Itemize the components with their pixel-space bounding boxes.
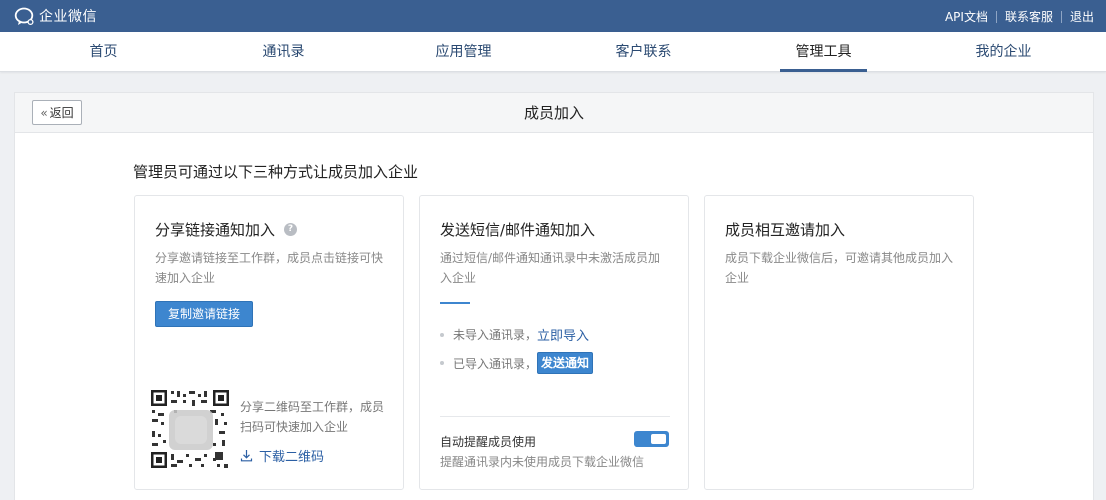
nav-active-indicator [780, 69, 867, 72]
back-button-label: 返回 [49, 106, 74, 120]
card-desc: 通过短信/邮件通知通讯录中未激活成员加入企业 [440, 251, 661, 285]
download-qr-label: 下载二维码 [259, 450, 325, 465]
card-title: 发送短信/邮件通知加入 [440, 221, 596, 239]
bullet-dot [440, 332, 444, 337]
nav-item-customers[interactable]: 客户联系 [600, 32, 687, 72]
divider [440, 416, 670, 417]
wecom-logo-icon [14, 7, 34, 25]
divider [995, 10, 997, 23]
bullet-dot [440, 361, 444, 365]
logo-text: 企业微信 [39, 9, 97, 25]
help-icon[interactable]: ? [284, 223, 298, 236]
card-title-wrap: 分享链接通知加入 ? [155, 219, 298, 240]
api-docs-link[interactable]: API文档 [945, 8, 988, 25]
toggle-knob [651, 434, 666, 444]
bullet-imported: 已导入通讯录， 发送通知 [440, 352, 594, 374]
nav-item-apps[interactable]: 应用管理 [420, 32, 507, 72]
bullet-not-imported: 未导入通讯录， 立即导入 [440, 325, 589, 344]
bullet-text: 未导入通讯录， [453, 328, 538, 342]
nav-item-home[interactable]: 首页 [60, 32, 147, 72]
top-links: API文档 联系客服 退出 [945, 8, 1094, 25]
import-now-link[interactable]: 立即导入 [537, 325, 589, 344]
top-bar: 企业微信 API文档 联系客服 退出 [0, 0, 1106, 32]
back-button[interactable]: « 返回 [32, 100, 82, 125]
page-title: 成员加入 [523, 104, 584, 122]
nav-item-tools[interactable]: 管理工具 [780, 32, 867, 72]
card-title: 分享链接通知加入 [155, 221, 276, 239]
card-mutual-invite: 成员相互邀请加入 成员下载企业微信后，可邀请其他成员加入企业 [704, 195, 974, 490]
qr-code [149, 388, 231, 470]
card-sms-email: 发送短信/邮件通知加入 通过短信/邮件通知通讯录中未激活成员加入企业 未导入通讯… [419, 195, 689, 490]
logout-link[interactable]: 退出 [1070, 8, 1094, 25]
bullet-text: 已导入通讯录， [453, 356, 538, 371]
download-qr-link[interactable]: 下载二维码 [240, 446, 324, 465]
card-desc: 分享邀请链接至工作群，成员点击链接可快速加入企业 [155, 251, 384, 285]
download-icon [240, 450, 253, 462]
contact-support-link[interactable]: 联系客服 [1005, 8, 1053, 25]
card-title: 成员相互邀请加入 [725, 221, 846, 239]
nav-item-my-company[interactable]: 我的企业 [960, 32, 1047, 72]
card-desc: 成员下载企业微信后，可邀请其他成员加入企业 [725, 251, 954, 285]
auto-remind-toggle[interactable] [634, 431, 669, 447]
nav-item-contacts[interactable]: 通讯录 [240, 32, 327, 72]
intro-text: 管理员可通过以下三种方式让成员加入企业 [133, 163, 419, 181]
send-notification-button[interactable]: 发送通知 [537, 352, 594, 374]
card-share-link: 分享链接通知加入 ? 分享邀请链接至工作群，成员点击链接可快速加入企业 复制邀请… [134, 195, 404, 490]
qr-code-icon [149, 388, 231, 470]
qr-desc: 分享二维码至工作群，成员扫码可快速加入企业 [240, 400, 385, 434]
double-chevron-left-icon: « [40, 105, 48, 120]
logo[interactable]: 企业微信 [14, 6, 97, 26]
panel-header: 成员加入 « 返回 [15, 93, 1093, 133]
main-nav: 首页 通讯录 应用管理 客户联系 管理工具 我的企业 [0, 32, 1106, 72]
auto-remind-desc: 提醒通讯录内未使用成员下载企业微信 [440, 455, 645, 469]
divider [1060, 10, 1062, 23]
copy-invite-link-button[interactable]: 复制邀请链接 [155, 301, 253, 327]
accent-divider [440, 302, 470, 304]
auto-remind-label: 自动提醒成员使用 [440, 435, 537, 449]
